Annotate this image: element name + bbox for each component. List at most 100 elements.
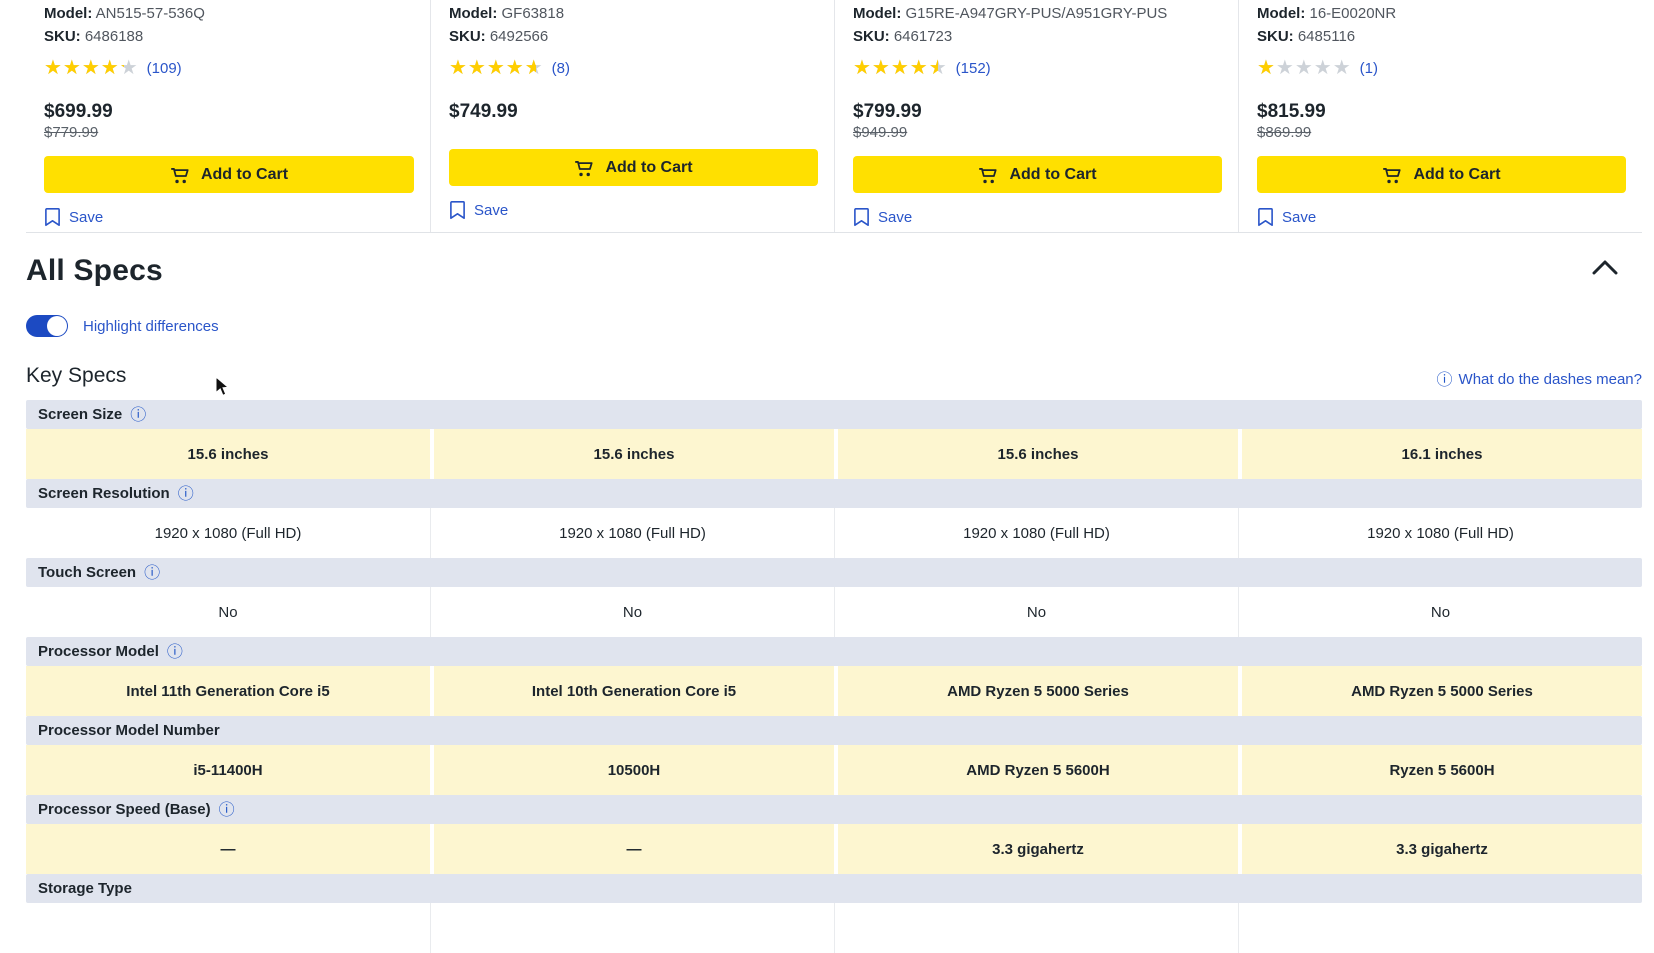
info-icon: ⓘ (1437, 372, 1453, 388)
save-link[interactable]: Save (853, 207, 912, 227)
review-count-link[interactable]: (109) (147, 60, 182, 77)
spec-value: Intel 11th Generation Core i5 (26, 666, 430, 716)
spec-value: 1920 x 1080 (Full HD) (1238, 508, 1642, 558)
add-to-cart-button[interactable]: Add to Cart (449, 149, 818, 186)
rating-row: ★★★★★★★★★★ (8) (449, 56, 818, 80)
add-to-cart-button[interactable]: Add to Cart (1257, 156, 1626, 193)
spec-value: 15.6 inches (834, 429, 1238, 479)
product-card: Model: 16-E0020NR SKU: 6485116 ★★★★★★★★★… (1238, 0, 1642, 232)
star-rating-fill: ★★★★★ (853, 57, 938, 79)
old-price: $779.99 (44, 124, 414, 142)
model-line: Model: G15RE-A947GRY-PUS/A951GRY-PUS (853, 2, 1222, 25)
info-icon[interactable]: ⓘ (130, 407, 146, 423)
add-to-cart-label: Add to Cart (201, 166, 288, 184)
spec-value (834, 903, 1238, 953)
star-rating: ★★★★★★★★★★ (1257, 57, 1352, 79)
spec-value: 3.3 gigahertz (834, 824, 1238, 874)
add-to-cart-label: Add to Cart (605, 159, 692, 177)
spec-value: No (26, 587, 430, 637)
rating-row: ★★★★★★★★★★ (152) (853, 56, 1222, 80)
spec-label: Storage Type (38, 880, 132, 897)
sku-value: 6486188 (85, 28, 143, 45)
star-rating-fill: ★★★★★ (44, 57, 124, 79)
bookmark-icon (853, 207, 870, 227)
review-count-link[interactable]: (1) (1360, 60, 1378, 77)
spec-values-row: 1920 x 1080 (Full HD) 1920 x 1080 (Full … (26, 508, 1642, 558)
model-label: Model: (853, 5, 901, 22)
add-to-cart-button[interactable]: Add to Cart (44, 156, 414, 193)
spec-value: No (1238, 587, 1642, 637)
toggle-switch-on[interactable] (26, 315, 68, 337)
spec-value: AMD Ryzen 5 5600H (834, 745, 1238, 795)
spec-values-row: 15.6 inches 15.6 inches 15.6 inches 16.1… (26, 429, 1642, 479)
cart-icon (1382, 165, 1403, 185)
key-specs-bar: Key Specs ⓘ What do the dashes mean? (26, 364, 1642, 388)
spec-row-header: Processor Model Number (26, 716, 1642, 745)
rating-row: ★★★★★★★★★★ (1) (1257, 56, 1626, 80)
model-label: Model: (44, 5, 92, 22)
spec-value: 15.6 inches (430, 429, 834, 479)
spec-value: No (430, 587, 834, 637)
save-link[interactable]: Save (449, 200, 508, 220)
product-comparison-cards: Model: AN515-57-536Q SKU: 6486188 ★★★★★★… (26, 0, 1642, 233)
info-icon[interactable]: ⓘ (219, 802, 235, 818)
spec-value: 1920 x 1080 (Full HD) (430, 508, 834, 558)
spec-value: Intel 10th Generation Core i5 (430, 666, 834, 716)
spec-label: Processor Speed (Base) (38, 801, 211, 818)
spec-value: AMD Ryzen 5 5000 Series (1238, 666, 1642, 716)
spec-label: Processor Model (38, 643, 159, 660)
spec-values-row: No No No No (26, 587, 1642, 637)
spec-label: Touch Screen (38, 564, 136, 581)
model-value: AN515-57-536Q (96, 5, 205, 22)
sku-value: 6461723 (894, 28, 952, 45)
review-count-link[interactable]: (8) (552, 60, 570, 77)
key-specs-title: Key Specs (26, 364, 126, 388)
highlight-differences-toggle[interactable]: Highlight differences (26, 315, 1654, 337)
spec-values-row: — — 3.3 gigahertz 3.3 gigahertz (26, 824, 1642, 874)
key-specs-table: Screen Size ⓘ 15.6 inches 15.6 inches 15… (26, 400, 1642, 953)
spec-value: 10500H (430, 745, 834, 795)
info-icon[interactable]: ⓘ (167, 644, 183, 660)
star-rating-fill: ★★★★★ (449, 57, 536, 79)
info-icon[interactable]: ⓘ (178, 486, 194, 502)
all-specs-title: All Specs (26, 254, 1642, 288)
spec-row-header: Processor Model ⓘ (26, 637, 1642, 666)
toggle-knob (47, 316, 67, 336)
toggle-label: Highlight differences (83, 318, 219, 335)
model-value: G15RE-A947GRY-PUS/A951GRY-PUS (906, 5, 1168, 22)
sku-label: SKU: (449, 28, 486, 45)
spec-value: AMD Ryzen 5 5000 Series (834, 666, 1238, 716)
save-link[interactable]: Save (1257, 207, 1316, 227)
spec-value: 1920 x 1080 (Full HD) (834, 508, 1238, 558)
dashes-help-link[interactable]: ⓘ What do the dashes mean? (1437, 371, 1642, 388)
save-label: Save (474, 202, 508, 219)
star-rating-fill: ★★★★★ (1257, 57, 1276, 79)
spec-label: Screen Size (38, 406, 122, 423)
info-icon[interactable]: ⓘ (144, 565, 160, 581)
spec-row-header: Screen Resolution ⓘ (26, 479, 1642, 508)
star-rating: ★★★★★★★★★★ (44, 57, 139, 79)
sku-value: 6492566 (490, 28, 548, 45)
spec-values-row: Intel 11th Generation Core i5 Intel 10th… (26, 666, 1642, 716)
spec-row-header: Screen Size ⓘ (26, 400, 1642, 429)
spec-row-header: Touch Screen ⓘ (26, 558, 1642, 587)
add-to-cart-button[interactable]: Add to Cart (853, 156, 1222, 193)
old-price: $869.99 (1257, 124, 1626, 142)
review-count-link[interactable]: (152) (956, 60, 991, 77)
dashes-link-label: What do the dashes mean? (1459, 371, 1642, 388)
bookmark-icon (44, 207, 61, 227)
sku-line: SKU: 6461723 (853, 25, 1222, 48)
spec-value: 1920 x 1080 (Full HD) (26, 508, 430, 558)
bookmark-icon (1257, 207, 1274, 227)
model-line: Model: 16-E0020NR (1257, 2, 1626, 25)
save-link[interactable]: Save (44, 207, 103, 227)
spec-value: 3.3 gigahertz (1238, 824, 1642, 874)
save-label: Save (1282, 209, 1316, 226)
spec-value (430, 903, 834, 953)
product-card: Model: AN515-57-536Q SKU: 6486188 ★★★★★★… (26, 0, 430, 232)
model-line: Model: GF63818 (449, 2, 818, 25)
spec-value: 16.1 inches (1238, 429, 1642, 479)
spec-label: Screen Resolution (38, 485, 170, 502)
sku-line: SKU: 6486188 (44, 25, 414, 48)
collapse-all-specs-button[interactable] (1590, 255, 1620, 281)
